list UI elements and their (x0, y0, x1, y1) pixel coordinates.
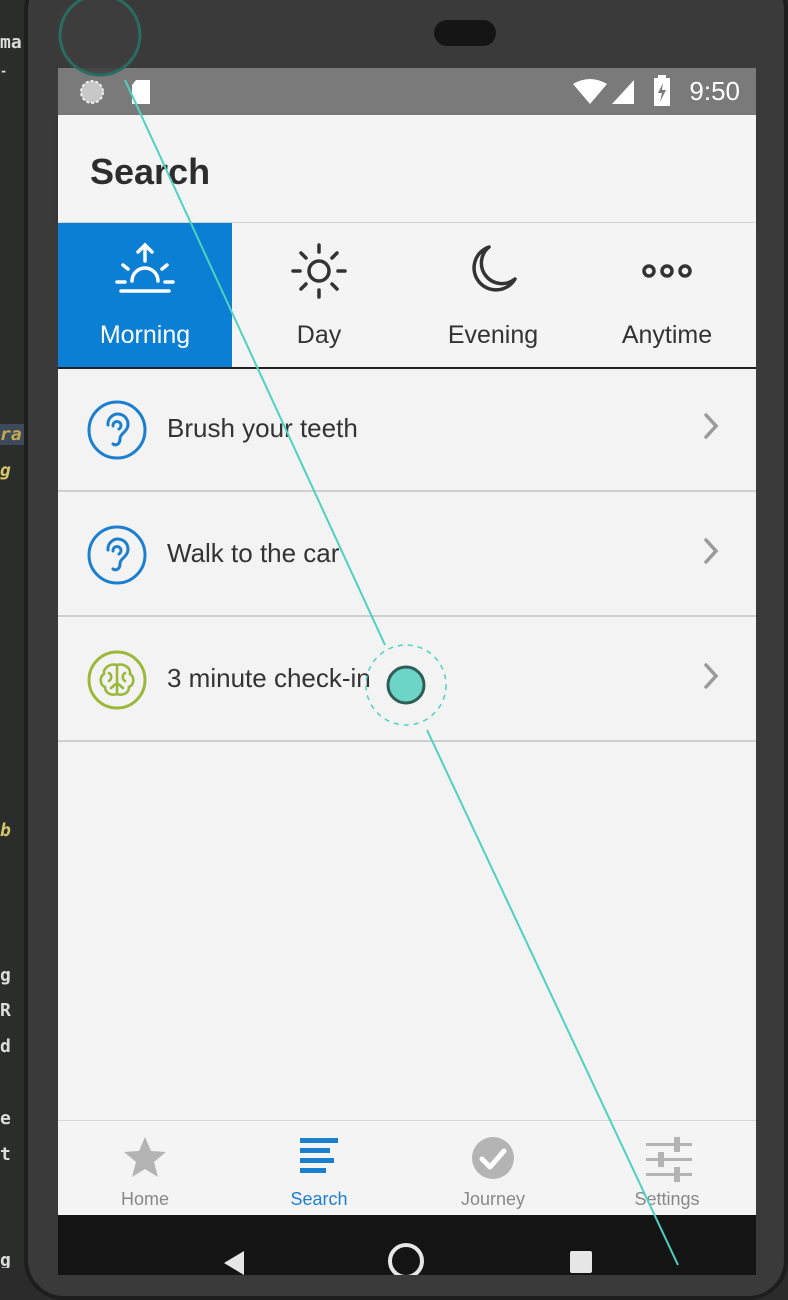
ide-editor-strip: ma - ra g b g R d e t g (0, 0, 26, 1268)
tab-evening[interactable]: Evening (406, 223, 580, 367)
ide-code-fragment: g (0, 460, 11, 481)
nav-label: Home (120, 1189, 169, 1209)
nav-label: Settings (634, 1189, 700, 1209)
nav-home[interactable]: Home (58, 1121, 232, 1216)
wifi-icon (573, 79, 607, 104)
tab-label: Morning (99, 321, 191, 349)
cell-signal-icon (612, 80, 634, 104)
activity-list: Brush your teeth Walk to the car 3 minut… (58, 367, 756, 742)
list-item-label: 3 minute check-in (167, 663, 371, 693)
dots-icon (642, 264, 692, 278)
back-icon[interactable] (218, 1245, 248, 1275)
sync-icon (80, 80, 104, 104)
nav-label: Journey (460, 1189, 526, 1209)
app-screen: Search Morning Day Evening Anytime Brush… (58, 115, 756, 1216)
ide-code-fragment: - (0, 64, 8, 78)
list-item-label: Walk to the car (167, 538, 340, 568)
ear-icon (87, 400, 147, 460)
ide-code-fragment: g (0, 965, 11, 986)
nav-label: Search (290, 1189, 348, 1209)
list-item-label: Brush your teeth (167, 413, 358, 443)
ide-code-fragment: g (0, 1250, 11, 1268)
sliders-icon (646, 1137, 692, 1182)
sd-card-icon (132, 80, 150, 104)
nav-settings[interactable]: Settings (580, 1121, 754, 1216)
system-navigation-bar (58, 1215, 756, 1275)
tab-anytime[interactable]: Anytime (580, 223, 754, 367)
app-bar: Search (58, 115, 756, 222)
nav-search[interactable]: Search (232, 1121, 406, 1216)
sun-icon (291, 243, 347, 299)
chevron-right-icon (704, 538, 719, 564)
tab-day[interactable]: Day (232, 223, 406, 367)
moon-icon (472, 245, 517, 292)
time-of-day-tabs: Morning Day Evening Anytime (58, 223, 756, 369)
ear-icon (87, 525, 147, 585)
ide-code-fragment: R (0, 1000, 11, 1021)
ide-code-fragment-highlight: ra (0, 424, 26, 445)
tab-morning[interactable]: Morning (58, 223, 232, 367)
tab-label: Evening (447, 321, 539, 349)
tab-label: Day (296, 321, 342, 349)
star-icon (124, 1137, 166, 1177)
home-circle-icon[interactable] (386, 1239, 426, 1275)
list-item[interactable]: Walk to the car (58, 492, 756, 617)
tab-label: Anytime (621, 321, 713, 349)
battery-charging-icon (654, 75, 670, 106)
brain-icon (87, 650, 147, 710)
chevron-right-icon (704, 663, 719, 689)
ide-code-fragment: t (0, 1144, 11, 1165)
nav-journey[interactable]: Journey (406, 1121, 580, 1216)
search-lines-icon (300, 1138, 338, 1173)
bottom-navigation: Home Search Journey Settings (58, 1120, 756, 1216)
phone-speaker (434, 20, 496, 46)
ide-code-fragment: e (0, 1108, 11, 1129)
ide-code-fragment: d (0, 1036, 11, 1057)
chevron-right-icon (704, 413, 719, 439)
recents-icon[interactable] (568, 1249, 594, 1275)
page-title: Search (90, 151, 211, 192)
check-circle-icon (472, 1137, 514, 1179)
phone-top-bezel (58, 0, 756, 68)
ide-code-fragment: ma (0, 32, 22, 53)
ide-code-fragment: b (0, 820, 11, 841)
list-item[interactable]: 3 minute check-in (58, 617, 756, 742)
sunrise-icon (115, 242, 175, 293)
status-time: 9:50 (689, 76, 740, 106)
list-item[interactable]: Brush your teeth (58, 367, 756, 492)
status-bar: 9:50 (58, 68, 756, 115)
